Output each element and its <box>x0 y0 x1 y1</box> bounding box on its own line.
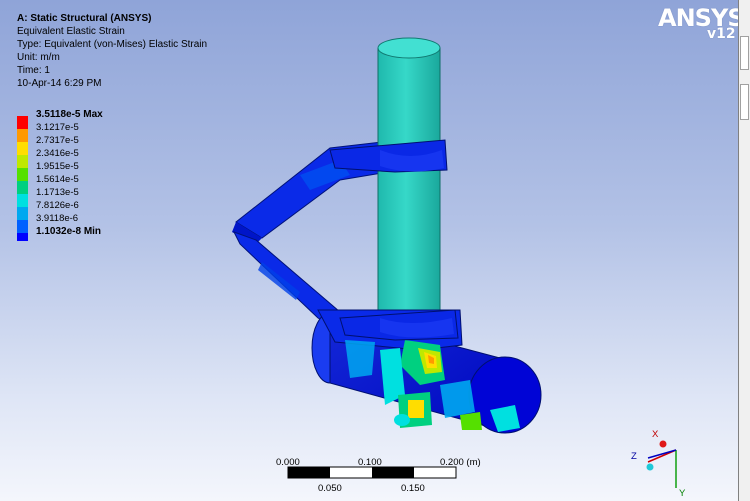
scale-label-0: 0.000 <box>276 457 300 468</box>
steering-post <box>377 37 441 328</box>
toolbar-tab-2[interactable] <box>740 84 749 120</box>
scale-label-4: 0.150 <box>401 483 425 494</box>
model-geometry[interactable] <box>0 0 738 501</box>
toolbar-tab-1[interactable] <box>740 36 749 70</box>
triad-y-label: Y <box>679 488 686 499</box>
scale-bar <box>287 466 457 479</box>
coordinate-triad <box>646 440 677 488</box>
scale-label-3: 0.050 <box>318 483 342 494</box>
right-toolbar <box>739 0 750 501</box>
triad-x-label: X <box>652 429 659 440</box>
triad-z-label: Z <box>631 451 637 462</box>
upper-clamp <box>329 139 448 173</box>
scale-label-2: 0.200 (m) <box>440 457 481 468</box>
graphics-viewport[interactable]: A: Static Structural (ANSYS) Equivalent … <box>0 0 739 501</box>
scale-label-1: 0.100 <box>358 457 382 468</box>
